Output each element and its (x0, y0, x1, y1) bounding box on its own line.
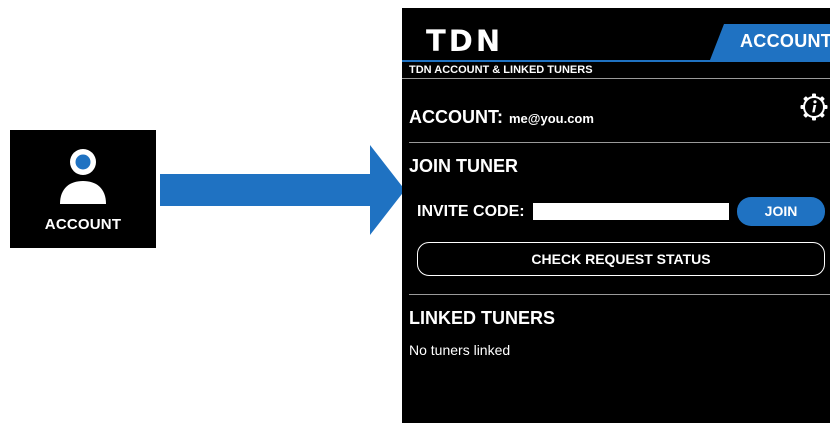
page-subtitle: TDN ACCOUNT & LINKED TUNERS (409, 64, 593, 76)
tdn-logo: TDN (426, 24, 504, 58)
join-tuner-title: JOIN TUNER (409, 156, 519, 176)
invite-code-input[interactable] (533, 203, 729, 220)
section-divider (409, 142, 830, 143)
section-divider (409, 294, 830, 295)
linked-tuners-title: LINKED TUNERS (409, 308, 556, 328)
no-tuners-message: No tuners linked (409, 342, 511, 358)
account-row: ACCOUNT: me@you.com (409, 107, 594, 128)
join-button[interactable]: JOIN (737, 197, 825, 226)
stage: ACCOUNT TDN ACCOUNT TDN ACCOUNT & LINKED… (0, 0, 830, 423)
check-request-status-button[interactable]: CHECK REQUEST STATUS (417, 242, 825, 276)
invite-code-label: INVITE CODE: (417, 203, 525, 220)
account-email: me@you.com (509, 111, 594, 126)
header-divider (402, 60, 830, 62)
account-screen: TDN ACCOUNT TDN ACCOUNT & LINKED TUNERS … (402, 8, 830, 423)
account-label: ACCOUNT: (409, 107, 503, 127)
tab-account[interactable]: ACCOUNT (710, 24, 830, 60)
info-icon[interactable] (800, 93, 828, 121)
tab-account-label: ACCOUNT (740, 31, 830, 51)
subheader-divider (402, 78, 830, 79)
